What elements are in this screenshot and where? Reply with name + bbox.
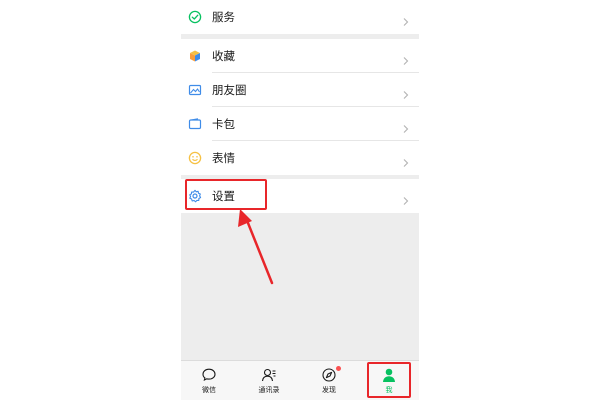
menu-group-collections: 收藏 朋友圈 卡包 表情 xyxy=(181,39,419,175)
menu-item-services[interactable]: 服务 xyxy=(181,0,419,34)
wallet-icon xyxy=(188,117,202,131)
check-circle-icon xyxy=(188,10,202,24)
me-tab-highlight-box xyxy=(367,362,411,398)
chevron-right-icon xyxy=(401,153,411,167)
settings-highlight-box xyxy=(185,179,267,210)
smiley-icon xyxy=(188,151,202,165)
menu-item-label: 表情 xyxy=(212,151,235,165)
tab-chats[interactable]: 微信 xyxy=(189,361,229,400)
image-icon xyxy=(188,83,202,97)
menu-item-label: 服务 xyxy=(212,10,235,24)
menu-item-label: 卡包 xyxy=(212,117,235,131)
chevron-right-icon xyxy=(401,85,411,99)
tab-label: 通讯录 xyxy=(258,386,280,394)
menu-item-label: 收藏 xyxy=(212,49,235,63)
notification-dot xyxy=(336,366,341,371)
menu-item-stickers[interactable]: 表情 xyxy=(181,141,419,175)
tab-label: 发现 xyxy=(322,386,336,394)
menu-item-label: 朋友圈 xyxy=(212,83,247,97)
menu-group-services: 服务 xyxy=(181,0,419,34)
menu-item-card-wallet[interactable]: 卡包 xyxy=(181,107,419,141)
chat-bubble-icon xyxy=(201,367,217,383)
tab-discover[interactable]: 发现 xyxy=(309,361,349,400)
contacts-icon xyxy=(261,367,277,383)
chevron-right-icon xyxy=(401,119,411,133)
tab-label: 微信 xyxy=(202,386,216,394)
chevron-right-icon xyxy=(401,12,411,26)
compass-icon xyxy=(321,367,337,383)
chevron-right-icon xyxy=(401,191,411,205)
menu-item-moments[interactable]: 朋友圈 xyxy=(181,73,419,107)
cube-icon xyxy=(188,49,202,63)
chevron-right-icon xyxy=(401,51,411,65)
menu-item-favorites[interactable]: 收藏 xyxy=(181,39,419,73)
tab-contacts[interactable]: 通讯录 xyxy=(249,361,289,400)
